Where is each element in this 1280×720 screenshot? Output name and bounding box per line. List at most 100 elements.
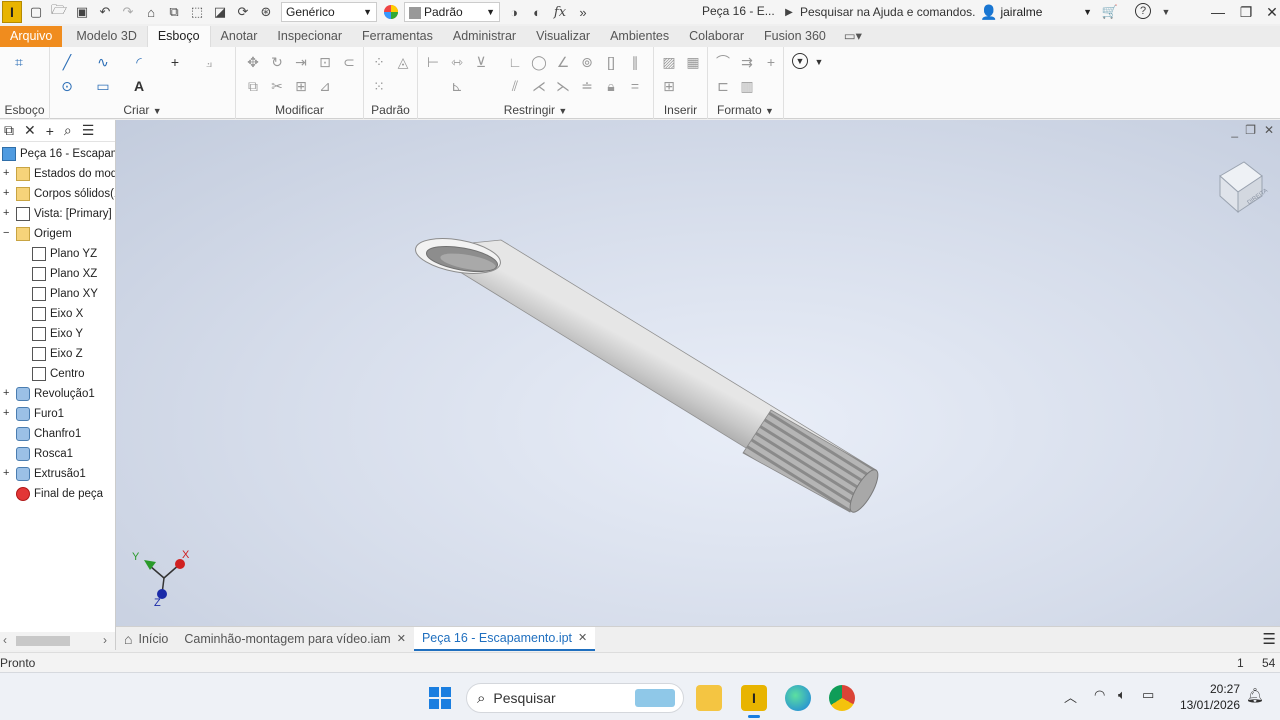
dimension-icon[interactable]: ⊢: [424, 53, 442, 71]
close-icon[interactable]: ✕: [24, 122, 36, 139]
close-icon[interactable]: ✕: [578, 631, 587, 644]
color-override-icon[interactable]: ◪: [211, 3, 229, 21]
close-button[interactable]: ✕: [1257, 0, 1280, 24]
smooth-icon[interactable]: ∠: [554, 53, 572, 71]
collinear-icon[interactable]: ⫽: [506, 77, 524, 95]
point-icon[interactable]: +: [166, 53, 184, 71]
edge-icon[interactable]: [785, 685, 811, 711]
finish-sketch-icon[interactable]: ▼: [792, 53, 808, 69]
help-icon[interactable]: ?: [1135, 3, 1151, 19]
tab-ferramentas[interactable]: Ferramentas: [352, 26, 443, 47]
fx-parameters-icon[interactable]: fx: [551, 3, 569, 21]
tab-anotar[interactable]: Anotar: [211, 26, 268, 47]
notification-bell-icon[interactable]: 🔔︎: [1246, 687, 1264, 704]
redo-icon[interactable]: ↷: [119, 3, 137, 21]
circle-icon[interactable]: ⊙: [58, 77, 76, 95]
browser-node-furo1[interactable]: Furo1: [16, 404, 64, 424]
tangent-icon[interactable]: ◯: [530, 53, 548, 71]
text-icon[interactable]: A: [130, 77, 148, 95]
perpendicular-icon[interactable]: ⊚: [578, 53, 596, 71]
line-icon[interactable]: ╱: [58, 53, 76, 71]
rectangle-icon[interactable]: ▭: [94, 77, 112, 95]
concentric-icon[interactable]: ⋌: [530, 77, 548, 95]
symmetric-icon[interactable]: ⋋: [554, 77, 572, 95]
browser-node-estados-do-modelo[interactable]: Estados do modelo: [16, 164, 115, 184]
tab-caminhao-montagem[interactable]: Caminhão-montagem para vídeo.iam ✕: [176, 627, 414, 651]
mirror-icon[interactable]: ◬: [394, 53, 412, 71]
appearance-ball-icon[interactable]: [382, 3, 400, 21]
browser-node-plano-xz[interactable]: Plano XZ: [32, 264, 97, 284]
tab-inspecionar[interactable]: Inspecionar: [267, 26, 352, 47]
tab-arquivo[interactable]: Arquivo: [0, 26, 63, 47]
open-folder-icon[interactable]: 🗁: [50, 2, 68, 21]
browser-node-eixo-y[interactable]: Eixo Y: [32, 324, 83, 344]
offset-icon[interactable]: ⊂: [340, 53, 358, 71]
fillet-icon[interactable]: ⟓: [200, 53, 218, 71]
cart-icon[interactable]: 🛒: [1101, 3, 1119, 21]
scroll-left-icon[interactable]: ‹: [3, 633, 7, 647]
copy-icon[interactable]: ⧉: [244, 77, 262, 95]
move-icon[interactable]: ✥: [244, 53, 262, 71]
extend-icon[interactable]: ✂: [268, 77, 286, 95]
tab-colaborar[interactable]: Colaborar: [679, 26, 754, 47]
update-icon[interactable]: ⟳: [234, 3, 252, 21]
viewcube[interactable]: DIREITA: [1208, 154, 1268, 214]
tab-esboco[interactable]: Esboço: [146, 26, 211, 47]
material-select[interactable]: Padrão ▼: [404, 2, 500, 22]
construction-icon[interactable]: ⌒: [714, 53, 732, 71]
inventor-taskbar-icon[interactable]: I: [741, 685, 767, 711]
wifi-icon[interactable]: ◠: [1094, 687, 1105, 703]
coincident-icon[interactable]: ∟: [506, 53, 524, 71]
equal-icon[interactable]: ≐: [578, 77, 596, 95]
inventor-logo[interactable]: I: [2, 1, 22, 23]
volume-icon[interactable]: 🔈︎: [1118, 687, 1126, 703]
tab-administrar[interactable]: Administrar: [443, 26, 526, 47]
browser-node-eixo-x[interactable]: Eixo X: [32, 304, 83, 324]
tree-expander[interactable]: +: [3, 467, 11, 479]
graphics-viewport[interactable]: _ ❐ ✕ DIREITA X Y Z: [116, 120, 1280, 626]
browser-menu-icon[interactable]: ⧉: [4, 122, 14, 139]
browser-node-revolu-o1[interactable]: Revolução1: [16, 384, 95, 404]
user-account[interactable]: 👤 jairalme ▼: [980, 2, 1092, 22]
aligned-dim-icon[interactable]: ⊻: [472, 53, 490, 71]
browser-node-origem[interactable]: Origem: [16, 224, 72, 244]
project-icon[interactable]: ⧉: [165, 3, 183, 21]
battery-icon[interactable]: ▭: [1142, 687, 1154, 703]
horizontal-dim-icon[interactable]: ⇿: [448, 53, 466, 71]
ribbon-display-toggle-icon[interactable]: ▭▾: [836, 26, 870, 47]
file-explorer-icon[interactable]: [696, 685, 722, 711]
adjust-appearance-icon[interactable]: ◑: [505, 3, 523, 21]
browser-node-chanfro1[interactable]: Chanfro1: [16, 424, 81, 444]
minimize-button[interactable]: —: [1203, 0, 1233, 24]
centerline-icon[interactable]: ⇉: [738, 53, 756, 71]
browser-node-plano-yz[interactable]: Plano YZ: [32, 244, 97, 264]
browser-node-plano-xy[interactable]: Plano XY: [32, 284, 98, 304]
chevron-down-icon[interactable]: ▼: [1157, 3, 1175, 21]
tab-modelo-3d[interactable]: Modelo 3D: [66, 26, 146, 47]
clock[interactable]: 20:27 13/01/2026: [1170, 681, 1240, 713]
center-point-icon[interactable]: +: [762, 53, 780, 71]
tree-expander[interactable]: −: [3, 227, 11, 239]
tree-expander[interactable]: +: [3, 187, 11, 199]
stretch-icon[interactable]: ⊿: [316, 77, 334, 95]
part-model[interactable]: [116, 120, 1280, 626]
browser-node-final-de-pe-a[interactable]: Final de peça: [16, 484, 103, 504]
show-hidden-icons-icon[interactable]: ︿: [1064, 687, 1077, 706]
menu-icon[interactable]: ☰: [82, 122, 95, 139]
parallel-icon[interactable]: []: [602, 53, 620, 71]
arc-icon[interactable]: ◜: [130, 53, 148, 71]
tab-fusion-360[interactable]: Fusion 360: [754, 26, 836, 47]
browser-root-node[interactable]: Peça 16 - Escapamento: [2, 144, 115, 164]
tree-expander[interactable]: +: [3, 167, 11, 179]
show-format-icon[interactable]: ▥: [738, 77, 756, 95]
trim-icon[interactable]: ⇥: [292, 53, 310, 71]
chrome-icon[interactable]: [829, 685, 855, 711]
tab-inicio[interactable]: ⌂ Início: [116, 627, 176, 651]
circular-pattern-icon[interactable]: ⁙: [370, 77, 388, 95]
auto-dimension-icon[interactable]: ⊾: [448, 77, 466, 95]
browser-node-corpos-s-lidos-1-[interactable]: Corpos sólidos(1): [16, 184, 115, 204]
tab-peca-16[interactable]: Peça 16 - Escapamento.ipt ✕: [413, 626, 596, 651]
rectangular-pattern-icon[interactable]: ⁘: [370, 53, 388, 71]
expand-arrow-icon[interactable]: ▶: [780, 3, 798, 21]
browser-node-vista-primary-[interactable]: Vista: [Primary]: [16, 204, 112, 224]
